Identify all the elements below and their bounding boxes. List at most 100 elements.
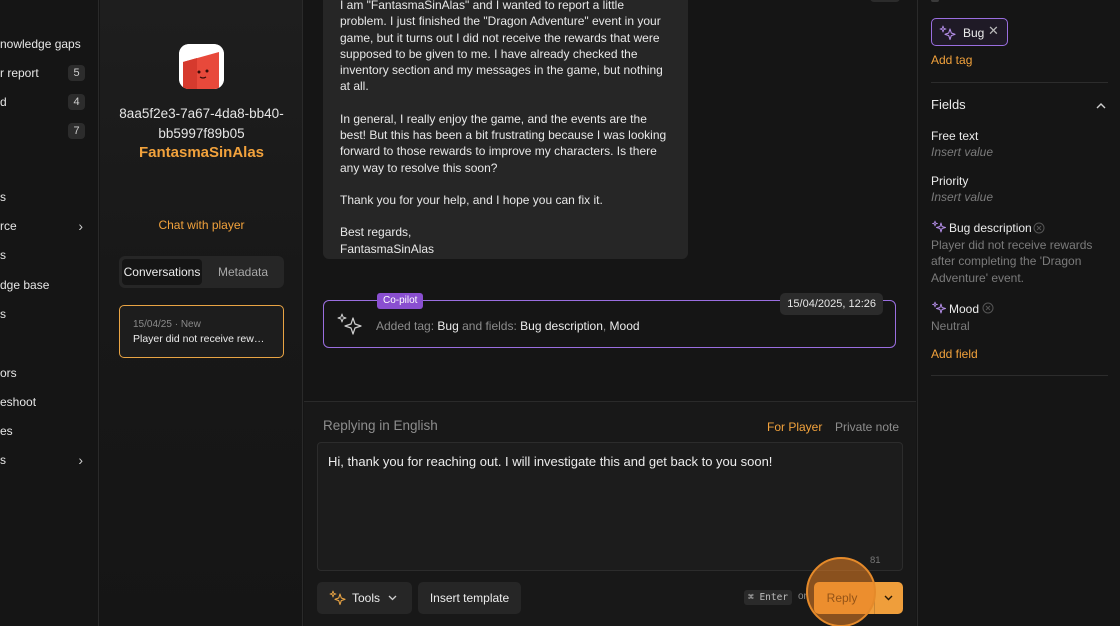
- conversation-title: Player did not receive rewards after com…: [133, 333, 270, 345]
- add-tag-link[interactable]: Add tag: [931, 53, 972, 67]
- field-value-free-text[interactable]: Insert value: [931, 145, 993, 159]
- field-value-bug-description[interactable]: Player did not receive rewards after com…: [931, 237, 1111, 286]
- profile-tabs: Conversations Metadata: [119, 256, 284, 288]
- tag-label: Bug: [963, 26, 985, 40]
- reply-label: Reply: [826, 591, 858, 605]
- field-label-mood: Mood: [949, 302, 980, 316]
- tools-label: Tools: [352, 591, 381, 605]
- clear-field-icon[interactable]: [1033, 222, 1045, 234]
- copilot-field: Bug description: [520, 319, 603, 333]
- chevron-up-icon[interactable]: [1096, 102, 1106, 109]
- character-count: 81: [870, 555, 881, 566]
- nav-item-label: eshoot: [0, 395, 37, 409]
- nav-item-s3[interactable]: s: [0, 304, 99, 324]
- field-value-mood[interactable]: Neutral: [931, 318, 1111, 334]
- copilot-timestamp: 15/04/2025, 12:26: [780, 293, 883, 315]
- nav-item-knowledge-base[interactable]: dge base: [0, 275, 99, 295]
- tab-conversations[interactable]: Conversations: [122, 259, 202, 285]
- nav-item-label: rce: [0, 219, 17, 233]
- add-field-link[interactable]: Add field: [931, 347, 978, 361]
- count-badge: 7: [68, 123, 85, 139]
- player-avatar-icon: [179, 44, 224, 89]
- conversation-list-item[interactable]: 15/04/25 · New Player did not receive re…: [119, 305, 284, 358]
- sparkles-icon: [939, 25, 956, 41]
- message-paragraph: Thank you for your help, and I hope you …: [340, 192, 603, 207]
- replying-language-label: Replying in English: [323, 418, 438, 433]
- nav-item-resource[interactable]: rce ›: [0, 216, 99, 236]
- copilot-field: Mood: [609, 319, 640, 333]
- chevron-right-icon: ›: [78, 452, 83, 468]
- reply-button[interactable]: Reply: [814, 582, 903, 614]
- nav-item-s1[interactable]: s: [0, 187, 99, 207]
- nav-item-label: s: [0, 190, 6, 204]
- nav-item-knowledge-gaps[interactable]: nowledge gaps: [0, 34, 99, 54]
- message-paragraph: Best regards, FantasmaSinAlas: [340, 225, 435, 256]
- keyboard-shortcut-hint: ⌘ Enter: [744, 590, 793, 605]
- nav-item-unlabeled[interactable]: 7: [0, 121, 99, 141]
- count-badge: 4: [68, 94, 85, 110]
- count-badge: 5: [68, 65, 85, 81]
- chat-with-player-link[interactable]: Chat with player: [110, 218, 293, 232]
- field-label-free-text: Free text: [931, 129, 979, 143]
- field-value-priority[interactable]: Insert value: [931, 190, 993, 204]
- shortcut-or-label: or: [798, 591, 807, 602]
- reply-options-dropdown[interactable]: [874, 582, 903, 614]
- player-id: 8aa5f2e3-7a67-4da8-bb40-bb5997f89b05: [119, 106, 284, 141]
- divider: [931, 82, 1108, 83]
- avatar: [179, 44, 224, 89]
- message-paragraph: I am "FantasmaSinAlas" and I wanted to r…: [340, 0, 663, 94]
- nav-item-label: s: [0, 453, 6, 467]
- nav-item-d[interactable]: d4: [0, 92, 99, 112]
- nav-item-s2[interactable]: s: [0, 245, 99, 265]
- copilot-text-added-tag: Added tag:: [376, 319, 435, 333]
- nav-item-ors[interactable]: ors: [0, 363, 99, 383]
- message-paragraph: In general, I really enjoy the game, and…: [340, 111, 667, 175]
- chevron-down-icon: [388, 595, 397, 601]
- reply-textarea[interactable]: Hi, thank you for reaching out. I will i…: [317, 442, 903, 571]
- conversation-meta: 15/04/25 · New: [133, 319, 201, 330]
- ticket-details-panel: Bug ✕ Add tag Fields Free text Insert va…: [917, 0, 1120, 626]
- nav-item-label: es: [0, 424, 13, 438]
- player-profile-panel: 8aa5f2e3-7a67-4da8-bb40-bb5997f89b05 Fan…: [100, 0, 303, 626]
- tab-private-note[interactable]: Private note: [835, 420, 899, 434]
- nav-item-label: dge base: [0, 278, 50, 292]
- nav-item-label: s: [0, 248, 6, 262]
- nav-item-label: s: [0, 307, 6, 321]
- close-icon[interactable]: ✕: [988, 23, 999, 39]
- chevron-right-icon: ›: [78, 218, 83, 234]
- nav-item-label: ors: [0, 366, 17, 380]
- copilot-event: Co-pilot 15/04/2025, 12:26 Added tag: Bu…: [323, 293, 896, 348]
- fields-section-title: Fields: [931, 97, 966, 112]
- sparkles-icon: [337, 313, 362, 335]
- section-label-stub: [931, 0, 939, 2]
- left-nav-sidebar: nowledge gaps r report 5 d4 7 s rce › s dg…: [0, 0, 99, 626]
- message-timestamp-stub: [870, 0, 900, 2]
- clear-field-icon[interactable]: [982, 302, 994, 314]
- copilot-tag: Bug: [437, 319, 459, 333]
- nav-item-label: r report: [0, 66, 39, 80]
- app-window: nowledge gaps r report 5 d4 7 s rce › s dg…: [0, 0, 1120, 626]
- nav-item-settings[interactable]: s ›: [0, 450, 99, 470]
- reply-composer: Replying in English For Player Private n…: [304, 401, 916, 626]
- sparkles-icon: [329, 590, 346, 606]
- copilot-text-and-fields: and fields:: [462, 319, 517, 333]
- field-label-priority: Priority: [931, 174, 969, 188]
- copilot-badge: Co-pilot: [377, 293, 424, 309]
- nav-item-report[interactable]: r report 5: [0, 63, 99, 83]
- nav-item-label: d: [0, 95, 7, 109]
- tag-chip-bug[interactable]: Bug ✕: [931, 18, 1008, 46]
- insert-template-button[interactable]: Insert template: [418, 582, 521, 614]
- sparkles-icon: [932, 220, 946, 233]
- sparkles-icon: [932, 301, 946, 314]
- tab-metadata[interactable]: Metadata: [207, 259, 279, 285]
- nav-item-es[interactable]: es: [0, 421, 99, 441]
- tools-button[interactable]: Tools: [317, 582, 412, 614]
- nav-item-label: nowledge gaps: [0, 37, 81, 51]
- player-name: FantasmaSinAlas: [138, 144, 265, 161]
- nav-item-troubleshoot[interactable]: eshoot: [0, 392, 99, 412]
- copilot-summary: Added tag: Bug and fields: Bug descripti…: [376, 319, 640, 333]
- field-label-bug-description: Bug description: [949, 221, 1032, 235]
- chevron-down-icon: [884, 595, 893, 601]
- chat-thread: I am "FantasmaSinAlas" and I wanted to r…: [304, 0, 916, 400]
- tab-for-player[interactable]: For Player: [767, 420, 822, 434]
